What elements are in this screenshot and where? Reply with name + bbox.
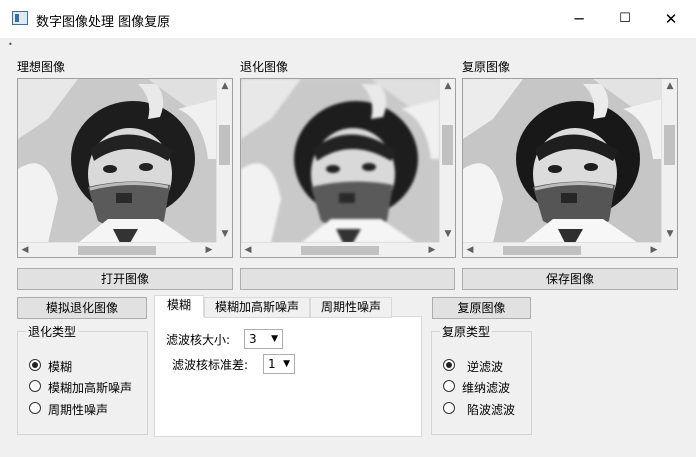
radio-notch-filter[interactable] <box>443 402 455 414</box>
scroll-up-icon[interactable]: ▲ <box>441 79 455 94</box>
scroll-thumb[interactable] <box>442 125 453 165</box>
save-image-button[interactable]: 保存图像 <box>462 268 678 290</box>
close-button[interactable]: ✕ <box>648 0 694 38</box>
scroll-right-icon[interactable]: ▶ <box>202 243 216 257</box>
scroll-thumb[interactable] <box>503 246 581 255</box>
restored-horizontal-scrollbar[interactable]: ◀ ▶ <box>463 242 662 257</box>
scroll-left-icon[interactable]: ◀ <box>463 243 477 257</box>
toolbar-strip <box>0 38 696 46</box>
kernel-size-select[interactable]: 3 ▼ <box>244 329 283 349</box>
scroll-thumb[interactable] <box>219 125 230 165</box>
degraded-horizontal-scrollbar[interactable]: ◀ ▶ <box>241 242 440 257</box>
scroll-down-icon[interactable]: ▼ <box>218 227 232 242</box>
radio-inverse-filter[interactable] <box>443 359 455 371</box>
scroll-up-icon[interactable]: ▲ <box>663 79 677 94</box>
maximize-button[interactable]: ☐ <box>602 0 648 38</box>
restore-image-button[interactable]: 复原图像 <box>432 297 531 319</box>
scroll-left-icon[interactable]: ◀ <box>18 243 32 257</box>
ideal-image <box>18 79 217 243</box>
open-image-button[interactable]: 打开图像 <box>17 268 233 290</box>
degraded-image-view[interactable]: ▲ ▼ ◀ ▶ <box>240 78 456 258</box>
kernel-std-select[interactable]: 1 ▼ <box>263 354 295 374</box>
tab-blur-gaussian[interactable]: 模糊加高斯噪声 <box>204 297 310 318</box>
restored-image-view[interactable]: ▲ ▼ ◀ ▶ <box>462 78 678 258</box>
tab-periodic-noise[interactable]: 周期性噪声 <box>310 297 392 318</box>
restored-vertical-scrollbar[interactable]: ▲ ▼ <box>661 79 677 243</box>
restored-image <box>463 79 662 243</box>
scroll-right-icon[interactable]: ▶ <box>425 243 439 257</box>
radio-periodic-noise-label: 周期性噪声 <box>48 403 109 417</box>
scroll-corner <box>661 242 677 257</box>
tab-blur[interactable]: 模糊 <box>154 295 204 317</box>
degraded-image-label: 退化图像 <box>240 60 289 74</box>
window-title: 数字图像处理 图像复原 <box>36 15 171 30</box>
chevron-down-icon: ▼ <box>283 359 290 369</box>
radio-notch-filter-label: 陷波滤波 <box>467 403 516 417</box>
scroll-thumb[interactable] <box>664 125 675 165</box>
chevron-down-icon: ▼ <box>271 334 278 344</box>
ideal-vertical-scrollbar[interactable]: ▲ ▼ <box>216 79 232 243</box>
minimize-button[interactable]: ─ <box>556 0 602 38</box>
scroll-down-icon[interactable]: ▼ <box>663 227 677 242</box>
kernel-std-label: 滤波核标准差: <box>172 358 249 372</box>
grip-icon: • <box>8 40 13 49</box>
radio-wiener-filter-label: 维纳滤波 <box>462 381 511 395</box>
radio-inverse-filter-label: 逆滤波 <box>467 360 504 374</box>
radio-blur-gaussian[interactable] <box>29 380 41 392</box>
scroll-right-icon[interactable]: ▶ <box>647 243 661 257</box>
ideal-image-view[interactable]: ▲ ▼ ◀ ▶ <box>17 78 233 258</box>
simulate-degrade-button[interactable]: 模拟退化图像 <box>17 297 147 319</box>
kernel-size-label: 滤波核大小: <box>166 333 231 347</box>
radio-periodic-noise[interactable] <box>29 402 41 414</box>
blank-button[interactable] <box>240 268 455 290</box>
radio-blur[interactable] <box>29 359 41 371</box>
kernel-std-value: 1 <box>268 357 276 371</box>
radio-blur-gaussian-label: 模糊加高斯噪声 <box>48 381 133 395</box>
scroll-corner <box>439 242 455 257</box>
scroll-thumb[interactable] <box>78 246 156 255</box>
scroll-down-icon[interactable]: ▼ <box>441 227 455 242</box>
degrade-type-title: 退化类型 <box>26 323 79 340</box>
kernel-size-value: 3 <box>249 332 257 346</box>
scroll-corner <box>216 242 232 257</box>
app-icon <box>12 11 28 25</box>
ideal-image-label: 理想图像 <box>17 60 66 74</box>
degraded-image <box>241 79 440 243</box>
restore-type-title: 复原类型 <box>440 323 493 340</box>
degraded-vertical-scrollbar[interactable]: ▲ ▼ <box>439 79 455 243</box>
scroll-up-icon[interactable]: ▲ <box>218 79 232 94</box>
scroll-thumb[interactable] <box>301 246 379 255</box>
restored-image-label: 复原图像 <box>462 60 511 74</box>
radio-wiener-filter[interactable] <box>443 380 455 392</box>
ideal-horizontal-scrollbar[interactable]: ◀ ▶ <box>18 242 217 257</box>
radio-blur-label: 模糊 <box>48 360 73 374</box>
scroll-left-icon[interactable]: ◀ <box>241 243 255 257</box>
